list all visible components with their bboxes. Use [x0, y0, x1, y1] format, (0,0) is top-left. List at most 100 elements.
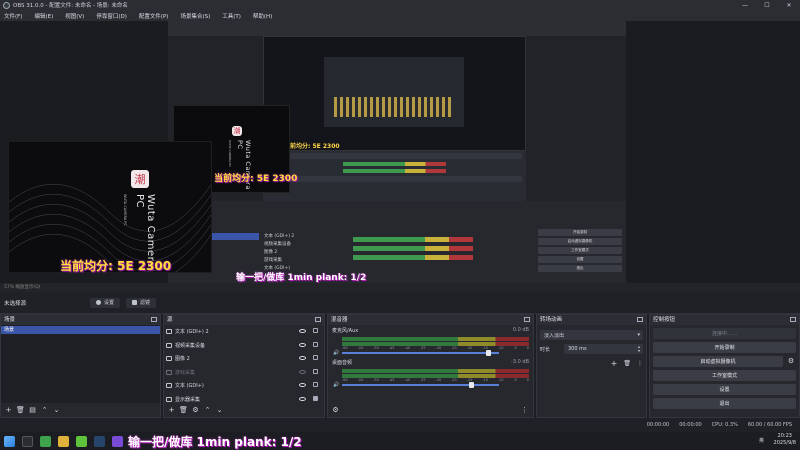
menu-edit[interactable]: 编辑(E)	[32, 12, 53, 20]
cloud-icon	[166, 329, 172, 335]
remove-scene-icon[interactable]: 🗑	[16, 406, 25, 415]
menu-help[interactable]: 帮助(H)	[251, 12, 272, 20]
source-item[interactable]: 文本 (GDI+) 2	[164, 325, 324, 339]
nested-preview-inner	[324, 57, 464, 127]
chat-icon[interactable]	[76, 435, 87, 447]
channel-name: 桌面音频	[332, 360, 353, 366]
lock-icon[interactable]	[313, 328, 318, 333]
speaker-icon[interactable]: 🔊	[333, 350, 339, 356]
volume-slider[interactable]: 🔊	[333, 382, 529, 388]
eye-icon[interactable]	[299, 329, 306, 333]
app-icon[interactable]	[58, 435, 69, 447]
undock-icon[interactable]	[524, 317, 530, 322]
spin-arrows-icon[interactable]: ▴ ▾	[638, 345, 640, 353]
menu-scene-collection[interactable]: 场景集合(S)	[178, 12, 210, 20]
source-item[interactable]: 视频采集设备	[164, 339, 324, 353]
slider-thumb[interactable]	[469, 382, 474, 388]
eye-icon[interactable]	[299, 396, 306, 401]
preview-area[interactable]: 当前均分: 5E 2300 文本 (GDI+) 2 视频采集设备 图像 2 游戏…	[0, 21, 800, 283]
gear-icon[interactable]: ⚙	[786, 356, 796, 367]
menu-tools[interactable]: 工具(T)	[220, 12, 241, 20]
gear-icon	[96, 300, 101, 305]
scene-item[interactable]: 场景	[1, 326, 160, 334]
monitor-icon	[166, 396, 172, 402]
source-settings-icon[interactable]: ⚙	[191, 406, 200, 415]
scene-filter-icon[interactable]: ▤	[28, 406, 37, 415]
steam-icon[interactable]	[94, 435, 105, 447]
source-item[interactable]: 图像 2	[164, 352, 324, 366]
eye-icon[interactable]	[299, 383, 306, 387]
minimize-icon[interactable]: —	[734, 0, 756, 10]
source-item[interactable]: 游戏采集	[164, 366, 324, 380]
remove-source-icon[interactable]: 🗑	[179, 406, 188, 415]
sources-dock: 源 文本 (GDI+) 2 视频采集设备 图像 2 游戏采集 文本 (GDI+)…	[163, 314, 325, 418]
duration-spinbox[interactable]: 300 ms ▴ ▾	[564, 344, 643, 354]
lock-icon[interactable]	[313, 355, 318, 360]
nested-title	[168, 21, 626, 29]
speaker-icon[interactable]: 🔊	[333, 382, 339, 388]
menu-file[interactable]: 文件(F)	[2, 12, 22, 20]
system-clock[interactable]: 20:23 2025/9/8	[774, 433, 796, 447]
mixer-settings-icon[interactable]: ⚙	[331, 406, 340, 415]
search-icon[interactable]	[22, 435, 33, 447]
eye-hidden-icon[interactable]	[299, 369, 306, 374]
controls-dock: 控制按钮 连接中…… 开始录制 启动虚拟摄像机 ⚙ 工作室模式 设置 退出	[649, 314, 800, 418]
add-scene-icon[interactable]: +	[4, 406, 13, 415]
volume-meter	[342, 369, 529, 373]
windows-start-icon[interactable]	[4, 435, 15, 447]
maximize-icon[interactable]: ☐	[756, 0, 778, 10]
nested-menu	[168, 29, 626, 36]
app-icon[interactable]	[112, 435, 123, 447]
lock-icon[interactable]	[313, 382, 318, 387]
undock-icon[interactable]	[151, 317, 157, 322]
add-transition-icon[interactable]: +	[611, 359, 618, 368]
volume-slider[interactable]: 🔊	[333, 350, 529, 356]
transition-select[interactable]: 淡入淡出 ▾	[540, 330, 643, 340]
close-icon[interactable]: ✕	[778, 0, 800, 10]
move-up-icon[interactable]: ⌃	[40, 406, 49, 415]
game-icon	[166, 369, 172, 375]
properties-button[interactable]: 设置	[90, 297, 121, 308]
eye-icon[interactable]	[299, 342, 306, 347]
source-item[interactable]: 文本 (GDI+)	[164, 379, 324, 393]
volume-meter	[342, 337, 529, 341]
plank-overlay-taskbar: 输一把/做库 1min plank: 1/2	[128, 435, 302, 449]
transitions-dock-header: 转场动画	[537, 315, 646, 325]
filters-label: 滤镜	[140, 300, 151, 306]
controls-title: 控制按钮	[653, 317, 676, 323]
chevron-down-icon: ▾	[637, 332, 640, 338]
app-icon[interactable]	[40, 435, 51, 447]
lock-icon[interactable]	[313, 341, 318, 347]
source-label: 文本 (GDI+)	[175, 383, 204, 390]
slider-thumb[interactable]	[486, 350, 491, 356]
eye-icon[interactable]	[299, 356, 306, 360]
record-button[interactable]: 开始录制	[653, 342, 796, 353]
exit-button[interactable]: 退出	[653, 398, 796, 409]
lock-icon[interactable]	[313, 368, 318, 374]
undock-icon[interactable]	[790, 317, 796, 322]
menu-view[interactable]: 视图(V)	[63, 12, 84, 20]
mixer-dock: 混音器 麦克风/Aux 0.0 dB -60 -55 -50 -45 -40 -35 -30…	[327, 314, 534, 418]
source-label: 游戏采集	[175, 369, 196, 376]
undock-icon[interactable]	[315, 317, 321, 322]
virtual-camera-button[interactable]: 启动虚拟摄像机	[653, 356, 783, 367]
menu-docks[interactable]: 停靠窗口(D)	[94, 12, 127, 20]
menu-profile[interactable]: 配置文件(P)	[137, 12, 169, 20]
studio-mode-button[interactable]: 工作室模式	[653, 370, 796, 381]
wuta-camera-window[interactable]: 潮 Wuta Camera PC WUTA CAMERA PC	[8, 141, 212, 273]
scenes-dock: 场景 场景 + 🗑 ▤ ⌃ ⌄	[0, 314, 161, 418]
ime-indicator[interactable]: 英	[759, 437, 764, 444]
move-up-icon[interactable]: ⌃	[203, 406, 212, 415]
add-source-icon[interactable]: +	[167, 406, 176, 415]
undock-icon[interactable]	[637, 317, 643, 322]
stream-button[interactable]: 连接中……	[653, 328, 796, 339]
filters-button[interactable]: 滤镜	[126, 297, 157, 308]
transition-menu-icon[interactable]: ⋮	[637, 360, 643, 367]
move-down-icon[interactable]: ⌄	[215, 406, 224, 415]
settings-button[interactable]: 设置	[653, 384, 796, 395]
scenes-dock-header: 场景	[1, 315, 160, 325]
mixer-menu-icon[interactable]: ⋮	[520, 406, 529, 415]
move-down-icon[interactable]: ⌄	[52, 406, 61, 415]
remove-transition-icon[interactable]: 🗑	[623, 360, 631, 367]
lock-icon[interactable]	[313, 395, 318, 401]
